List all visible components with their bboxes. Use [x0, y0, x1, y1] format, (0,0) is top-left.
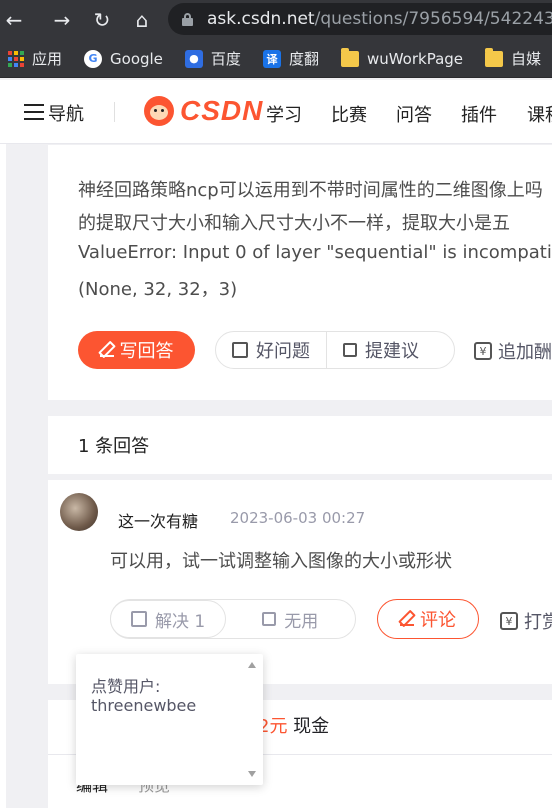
- answer-count: 1 条回答: [78, 436, 150, 457]
- bookmark-label: 百度: [210, 50, 241, 68]
- bookmark-apps[interactable]: 应用: [8, 48, 62, 69]
- bookmark-label: 自媒: [511, 50, 542, 68]
- thumbs-up-icon: [131, 611, 147, 627]
- question-text-line: (None, 32, 32，3): [78, 279, 238, 300]
- url-path: /questions/7956594/542243: [314, 9, 552, 29]
- avatar[interactable]: [60, 493, 98, 531]
- question-text-line: 神经回路策略ncp可以运用到不带时间属性的二维图像上吗: [78, 180, 543, 201]
- suggest-label: 提建议: [365, 341, 419, 362]
- fanyi-icon: 译: [262, 49, 281, 68]
- question-text-line: 的提取尺寸大小和输入尺寸大小不一样，提取大小是五: [78, 213, 510, 234]
- tip-reward-button[interactable]: ¥ 打赏: [500, 608, 552, 634]
- thumbs-down-icon: [262, 612, 277, 626]
- question-feedback-group: 好问题 提建议: [215, 331, 455, 369]
- write-answer-label: 写回答: [119, 341, 174, 362]
- folder-icon: [340, 47, 359, 67]
- answer-vote-group: 解决 1 无用: [110, 599, 356, 639]
- scroll-down-icon[interactable]: [248, 771, 256, 777]
- question-card: 神经回路策略ncp可以运用到不带时间属性的二维图像上吗 的提取尺寸大小和输入尺寸…: [48, 145, 552, 400]
- bookmark-label: 应用: [32, 50, 63, 68]
- bookmark-google[interactable]: G Google: [84, 49, 163, 68]
- solved-label: 解决 1: [155, 611, 206, 632]
- monkey-logo-icon: [144, 96, 174, 126]
- answer-username[interactable]: 这一次有糖: [118, 508, 198, 532]
- bookmarks-bar: 应用 G Google ● 百度 译 度翻 wuWorkPage 自媒: [0, 40, 552, 78]
- nav-item-qa[interactable]: 问答: [396, 101, 432, 127]
- liked-users-popup: 点赞用户: threenewbee: [76, 654, 263, 785]
- lock-icon: [182, 12, 193, 26]
- answer-count-bar: 1 条回答: [48, 416, 552, 474]
- forward-arrow-icon[interactable]: →: [48, 6, 76, 34]
- solved-button[interactable]: 解决 1: [110, 600, 227, 638]
- question-text-line: ValueError: Input 0 of layer "sequential…: [78, 242, 552, 263]
- yen-icon: ¥: [474, 342, 492, 360]
- answer-timestamp: 2023-06-03 00:27: [230, 509, 366, 527]
- logo-text: CSDN: [180, 95, 264, 126]
- yen-icon: ¥: [500, 612, 518, 630]
- apps-icon: [8, 50, 24, 67]
- comment-label: 评论: [420, 610, 456, 631]
- nav-item-contest[interactable]: 比赛: [331, 101, 367, 127]
- site-header: 导航 CSDN 学习 比赛 问答 插件 课程: [0, 80, 552, 144]
- reward-amount-line: 2元 现金: [258, 712, 329, 738]
- header-divider: [114, 102, 115, 122]
- thumbs-down-icon: [343, 343, 357, 357]
- bookmark-baidu[interactable]: ● 百度: [184, 48, 241, 69]
- bookmark-label: wuWorkPage: [366, 49, 464, 68]
- home-icon[interactable]: ⌂: [128, 6, 156, 34]
- liked-users-title: 点赞用户:: [91, 677, 161, 696]
- popup-scrollbar[interactable]: [247, 660, 257, 779]
- back-arrow-icon[interactable]: ←: [0, 6, 28, 34]
- bookmark-fanyi[interactable]: 译 度翻: [262, 48, 319, 69]
- good-question-button[interactable]: 好问题: [216, 332, 326, 368]
- write-answer-button[interactable]: 写回答: [78, 331, 195, 369]
- thumbs-up-icon: [232, 342, 248, 358]
- csdn-logo[interactable]: CSDN: [144, 95, 263, 127]
- reward-suffix: 现金: [287, 716, 330, 737]
- bookmark-label: 度翻: [288, 50, 319, 68]
- url-host: ask.csdn.net: [207, 9, 315, 29]
- useless-button[interactable]: 无用: [226, 600, 338, 638]
- nav-item-plugin[interactable]: 插件: [461, 101, 497, 127]
- nav-menu-label[interactable]: 导航: [48, 100, 84, 126]
- pencil-icon: [400, 612, 414, 626]
- folder-icon: [485, 47, 504, 67]
- bookmark-wuworkpage[interactable]: wuWorkPage: [340, 47, 464, 68]
- answer-text: 可以用，试一试调整输入图像的大小或形状: [110, 551, 452, 572]
- google-icon: G: [84, 49, 103, 68]
- suggest-button[interactable]: 提建议: [327, 332, 435, 368]
- hamburger-menu-icon[interactable]: [24, 104, 44, 120]
- add-reward-button[interactable]: ¥ 追加酬金: [474, 338, 552, 364]
- comment-button[interactable]: 评论: [377, 599, 479, 639]
- bookmark-zimei[interactable]: 自媒: [485, 47, 542, 69]
- good-question-label: 好问题: [256, 341, 310, 362]
- address-bar[interactable]: ask.csdn.net/questions/7956594/542243: [168, 3, 552, 35]
- bookmark-label: Google: [110, 49, 163, 68]
- reload-icon[interactable]: ↻: [88, 6, 116, 34]
- left-sidebar-edge: [0, 144, 6, 808]
- liked-user-name[interactable]: threenewbee: [91, 696, 196, 715]
- browser-toolbar: ← → ↻ ⌂ ask.csdn.net/questions/7956594/5…: [0, 0, 552, 40]
- scroll-up-icon[interactable]: [248, 662, 256, 668]
- useless-label: 无用: [284, 611, 319, 632]
- pencil-icon: [99, 343, 114, 357]
- nav-item-course[interactable]: 课程: [527, 101, 552, 127]
- baidu-icon: ●: [184, 49, 203, 68]
- tip-reward-label: 打赏: [524, 612, 552, 633]
- nav-item-learn[interactable]: 学习: [266, 101, 302, 127]
- add-reward-label: 追加酬金: [498, 342, 552, 363]
